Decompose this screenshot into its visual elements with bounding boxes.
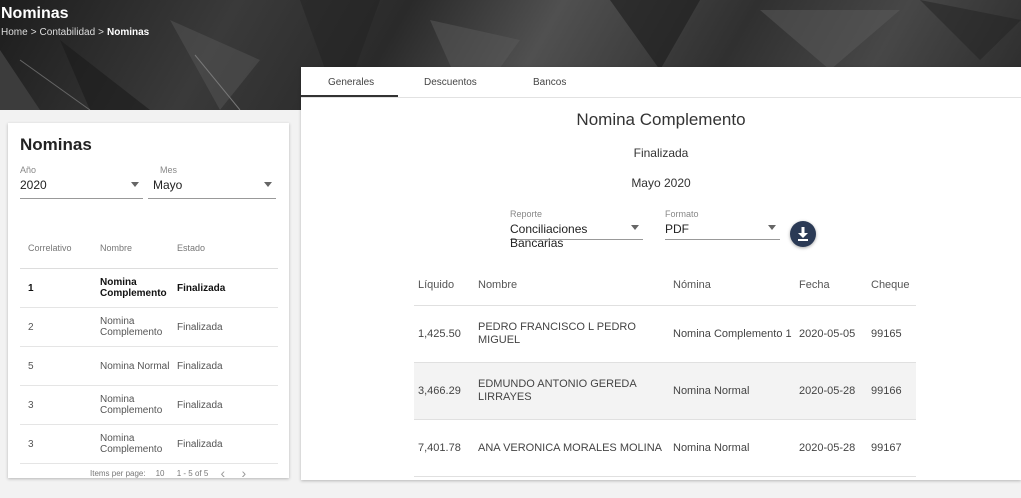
download-button[interactable]	[790, 221, 816, 247]
nominas-table: Correlativo Nombre Estado 1 Nomina Compl…	[20, 228, 278, 464]
breadcrumb-home[interactable]: Home	[1, 27, 28, 38]
cell-nombre: PEDRO FRANCISCO L PEDRO MIGUEL	[477, 305, 672, 363]
report-select-label: Reporte	[510, 209, 543, 219]
year-select-value: 2020	[20, 178, 47, 192]
format-select-label: Formato	[665, 209, 699, 219]
cell-nomina: Nomina Complemento 1	[672, 305, 798, 363]
chevron-left-icon[interactable]: ‹	[221, 465, 226, 481]
cell-liquido: 1,425.50	[414, 305, 477, 363]
nominas-list-card: Nominas Año 2020 Mes Mayo Correlativo No…	[8, 123, 289, 481]
breadcrumb: Home > Contabilidad > Nominas	[1, 27, 149, 38]
page-title: Nominas	[1, 5, 69, 22]
page-range: 1 - 5 of 5	[176, 469, 209, 478]
column-header-nomina[interactable]: Nómina	[672, 265, 798, 306]
items-per-page-select[interactable]: 10	[156, 469, 165, 478]
cell-estado: Finalizada	[176, 385, 278, 425]
active-tab-indicator	[301, 95, 398, 97]
nomina-status: Finalizada	[633, 146, 689, 160]
cell-fecha: 2020-05-28	[798, 362, 870, 420]
chevron-down-icon	[631, 225, 639, 230]
table-row[interactable]: 2 Nomina Complemento Finalizada	[20, 307, 278, 347]
breadcrumb-separator: >	[30, 27, 37, 38]
nomina-detail-card: Generales Descuentos Bancos Nomina Compl…	[301, 67, 1021, 480]
cell-correlativo: 2	[20, 307, 99, 347]
chevron-down-icon	[768, 225, 776, 230]
cell-nombre: Nomina Complemento	[99, 268, 176, 308]
month-select[interactable]: Mes Mayo	[148, 165, 276, 199]
column-header-correlativo[interactable]: Correlativo	[20, 228, 99, 269]
column-header-cheque[interactable]: Cheque	[870, 265, 916, 306]
table-row[interactable]: 1 Nomina Complemento Finalizada	[20, 268, 278, 308]
cell-nomina: Nomina Normal	[672, 419, 798, 477]
table-row[interactable]: 1,425.50 PEDRO FRANCISCO L PEDRO MIGUEL …	[414, 305, 916, 363]
cell-nombre: Nomina Complemento	[99, 385, 176, 425]
chevron-right-icon[interactable]: ›	[241, 465, 246, 481]
cell-liquido: 3,466.29	[414, 362, 477, 420]
cell-estado: Finalizada	[176, 346, 278, 386]
report-select-value: Conciliaciones Bancarias	[510, 222, 588, 250]
breadcrumb-current: Nominas	[106, 27, 150, 38]
cell-estado: Finalizada	[176, 307, 278, 347]
format-select-value: PDF	[665, 222, 689, 236]
table-row[interactable]: 3 Nomina Complemento Finalizada	[20, 424, 278, 464]
cell-cheque: 99167	[870, 419, 916, 477]
tab-descuentos[interactable]: Descuentos	[424, 77, 477, 88]
cell-cheque: 99165	[870, 305, 916, 363]
payments-table: Líquido Nombre Nómina Fecha Cheque 1,425…	[414, 265, 916, 477]
report-select[interactable]: Reporte Conciliaciones Bancarias	[510, 209, 643, 250]
column-header-fecha[interactable]: Fecha	[798, 265, 870, 306]
cell-fecha: 2020-05-28	[798, 419, 870, 477]
year-select[interactable]: Año 2020	[20, 165, 143, 199]
column-header-nombre[interactable]: Nombre	[99, 228, 176, 269]
year-select-label: Año	[20, 165, 37, 175]
table-row[interactable]: 3 Nomina Complemento Finalizada	[20, 385, 278, 425]
cell-estado: Finalizada	[176, 424, 278, 464]
paginator: Items per page: 10 1 - 5 of 5 ‹ ›	[90, 463, 260, 481]
tab-bancos[interactable]: Bancos	[533, 77, 566, 88]
tab-generales[interactable]: Generales	[328, 77, 374, 88]
nomina-period: Mayo 2020	[631, 176, 691, 190]
cell-nombre: ANA VERONICA MORALES MOLINA	[477, 419, 672, 477]
table-row[interactable]: 3,466.29 EDMUNDO ANTONIO GEREDA LIRRAYES…	[414, 362, 916, 420]
chevron-down-icon	[131, 182, 139, 187]
month-select-value: Mayo	[153, 178, 183, 192]
list-title: Nominas	[20, 135, 92, 154]
cell-nomina: Nomina Normal	[672, 362, 798, 420]
download-icon	[798, 227, 808, 241]
breadcrumb-separator: >	[98, 27, 104, 38]
tab-bar: Generales Descuentos Bancos	[301, 67, 1021, 98]
cell-nombre: Nomina Complemento	[99, 307, 176, 347]
cell-nombre: EDMUNDO ANTONIO GEREDA LIRRAYES	[477, 362, 672, 420]
cell-cheque: 99166	[870, 362, 916, 420]
cell-correlativo: 3	[20, 424, 99, 464]
chevron-down-icon	[264, 182, 272, 187]
cell-estado: Finalizada	[176, 268, 278, 308]
cell-correlativo: 5	[20, 346, 99, 386]
cell-nombre: Nomina Normal	[99, 346, 176, 386]
table-row[interactable]: 5 Nomina Normal Finalizada	[20, 346, 278, 386]
column-header-nombre[interactable]: Nombre	[477, 265, 672, 306]
breadcrumb-contabilidad[interactable]: Contabilidad	[40, 27, 96, 38]
cell-fecha: 2020-05-05	[798, 305, 870, 363]
cell-correlativo: 1	[20, 268, 99, 308]
nomina-title: Nomina Complemento	[576, 110, 746, 129]
format-select[interactable]: Formato PDF	[665, 209, 780, 240]
cell-correlativo: 3	[20, 385, 99, 425]
items-per-page-label: Items per page:	[90, 469, 146, 478]
column-header-liquido[interactable]: Líquido	[414, 265, 477, 306]
month-select-label: Mes	[160, 165, 178, 175]
cell-liquido: 7,401.78	[414, 419, 477, 477]
cell-nombre: Nomina Complemento	[99, 424, 176, 464]
column-header-estado[interactable]: Estado	[176, 228, 278, 269]
table-row[interactable]: 7,401.78 ANA VERONICA MORALES MOLINA Nom…	[414, 419, 916, 477]
